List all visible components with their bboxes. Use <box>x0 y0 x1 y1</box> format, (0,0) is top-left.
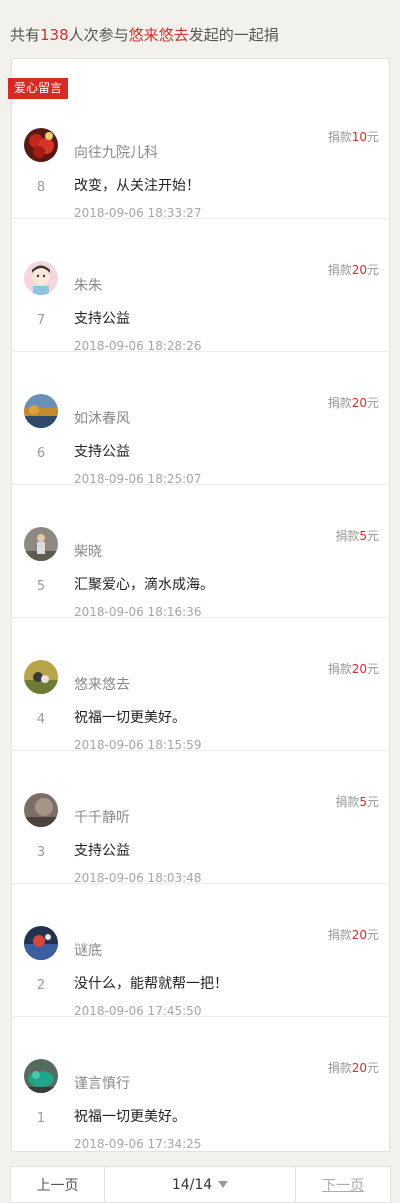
page-select[interactable]: 14/14 <box>105 1167 296 1202</box>
donation-amount: 捐款20元 <box>328 261 379 278</box>
donor-name: 柴晓 <box>74 544 102 560</box>
amount-prefix: 捐款 <box>335 529 360 543</box>
donation-amount: 捐款5元 <box>335 793 379 810</box>
amount-prefix: 捐款 <box>327 263 352 277</box>
amount-prefix: 捐款 <box>327 928 352 942</box>
donation-amount: 捐款20元 <box>328 394 379 411</box>
amount-prefix: 捐款 <box>327 662 352 676</box>
message-card: 爱心留言 8 向往九院儿科 捐款10元 改变，从关注开始！ 2018-09-06… <box>8 58 390 1152</box>
summary-prefix: 共有 <box>10 26 41 44</box>
donor-name: 如沐春风 <box>74 411 130 427</box>
chevron-down-icon <box>218 1181 229 1188</box>
amount-prefix: 捐款 <box>327 396 352 410</box>
avatar[interactable] <box>24 793 58 827</box>
amount-unit: 元 <box>366 1061 379 1075</box>
donation-amount: 捐款20元 <box>328 926 379 943</box>
avatar[interactable] <box>24 261 58 295</box>
avatar[interactable] <box>24 1059 58 1093</box>
donation-amount: 捐款10元 <box>328 128 379 145</box>
donor-message: 改变，从关注开始！ <box>74 178 200 194</box>
donation-time: 2018-09-06 18:25:07 <box>74 472 202 486</box>
amount-unit: 元 <box>366 130 379 144</box>
participant-count: 138 <box>40 26 69 44</box>
amount-prefix: 捐款 <box>327 1061 352 1075</box>
list-item: 7 朱朱 捐款20元 支持公益 2018-09-06 18:28:26 <box>12 219 389 353</box>
prev-page-button[interactable]: 上一页 <box>11 1167 105 1202</box>
amount-prefix: 捐款 <box>335 795 360 809</box>
next-page-button[interactable]: 下一页 <box>296 1167 390 1202</box>
amount-value: 20 <box>351 263 367 277</box>
avatar[interactable] <box>24 926 58 960</box>
amount-unit: 元 <box>366 529 379 543</box>
donor-name: 千千静听 <box>74 810 130 826</box>
donor-name: 谨言慎行 <box>74 1076 130 1092</box>
pagination: 上一页 14/14 下一页 <box>10 1166 391 1203</box>
donor-message: 祝福一切更美好。 <box>74 710 186 726</box>
donor-message: 支持公益 <box>74 444 130 460</box>
donation-amount: 捐款20元 <box>328 1059 379 1076</box>
donation-time: 2018-09-06 17:34:25 <box>74 1137 202 1151</box>
donation-time: 2018-09-06 18:15:59 <box>74 738 202 752</box>
amount-unit: 元 <box>366 263 379 277</box>
entry-rank: 6 <box>36 446 46 461</box>
list-item: 1 谨言慎行 捐款20元 祝福一切更美好。 2018-09-06 17:34:2… <box>12 1017 389 1151</box>
donation-summary: 共有138人次参与悠来悠去发起的一起捐 <box>10 24 279 45</box>
amount-value: 20 <box>351 928 367 942</box>
donation-time: 2018-09-06 18:33:27 <box>74 206 202 220</box>
initiator-name[interactable]: 悠来悠去 <box>129 26 189 44</box>
donation-amount: 捐款20元 <box>328 660 379 677</box>
amount-value: 5 <box>359 795 367 809</box>
donation-time: 2018-09-06 18:03:48 <box>74 871 202 885</box>
donation-amount: 捐款5元 <box>335 527 379 544</box>
amount-value: 20 <box>351 662 367 676</box>
list-item: 8 向往九院儿科 捐款10元 改变，从关注开始！ 2018-09-06 18:3… <box>12 86 389 220</box>
donor-message: 没什么，能帮就帮一把！ <box>74 976 228 992</box>
entry-rank: 5 <box>36 579 46 594</box>
list-item: 2 谜底 捐款20元 没什么，能帮就帮一把！ 2018-09-06 17:45:… <box>12 884 389 1018</box>
avatar[interactable] <box>24 394 58 428</box>
summary-suffix: 发起的一起捐 <box>188 26 279 44</box>
amount-value: 20 <box>351 396 367 410</box>
list-item: 4 悠来悠去 捐款20元 祝福一切更美好。 2018-09-06 18:15:5… <box>12 618 389 752</box>
donor-message: 汇聚爱心，滴水成海。 <box>74 577 214 593</box>
page-indicator: 14/14 <box>171 1176 213 1193</box>
list-item: 5 柴晓 捐款5元 汇聚爱心，滴水成海。 2018-09-06 18:16:36 <box>12 485 389 619</box>
summary-middle: 人次参与 <box>68 26 129 44</box>
amount-value: 20 <box>351 1061 367 1075</box>
entry-rank: 8 <box>36 180 46 195</box>
donor-message: 祝福一切更美好。 <box>74 1109 186 1125</box>
entry-rank: 4 <box>36 712 46 727</box>
amount-prefix: 捐款 <box>327 130 352 144</box>
amount-unit: 元 <box>366 662 379 676</box>
donor-name: 谜底 <box>74 943 102 959</box>
amount-unit: 元 <box>366 795 379 809</box>
avatar[interactable] <box>24 527 58 561</box>
entry-rank: 3 <box>36 845 46 860</box>
donor-name: 悠来悠去 <box>74 677 130 693</box>
avatar[interactable] <box>24 128 58 162</box>
donor-name: 朱朱 <box>74 278 102 294</box>
list-item: 6 如沐春风 捐款20元 支持公益 2018-09-06 18:25:07 <box>12 352 389 486</box>
entry-rank: 7 <box>36 313 46 328</box>
donor-message: 支持公益 <box>74 843 130 859</box>
donor-name: 向往九院儿科 <box>74 145 158 161</box>
entry-rank: 2 <box>36 978 46 993</box>
list-item: 3 千千静听 捐款5元 支持公益 2018-09-06 18:03:48 <box>12 751 389 885</box>
donation-time: 2018-09-06 18:28:26 <box>74 339 202 353</box>
donor-message: 支持公益 <box>74 311 130 327</box>
amount-value: 5 <box>359 529 367 543</box>
donation-time: 2018-09-06 17:45:50 <box>74 1004 202 1018</box>
avatar[interactable] <box>24 660 58 694</box>
entry-rank: 1 <box>36 1111 46 1126</box>
amount-unit: 元 <box>366 928 379 942</box>
amount-unit: 元 <box>366 396 379 410</box>
donation-time: 2018-09-06 18:16:36 <box>74 605 202 619</box>
amount-value: 10 <box>351 130 367 144</box>
